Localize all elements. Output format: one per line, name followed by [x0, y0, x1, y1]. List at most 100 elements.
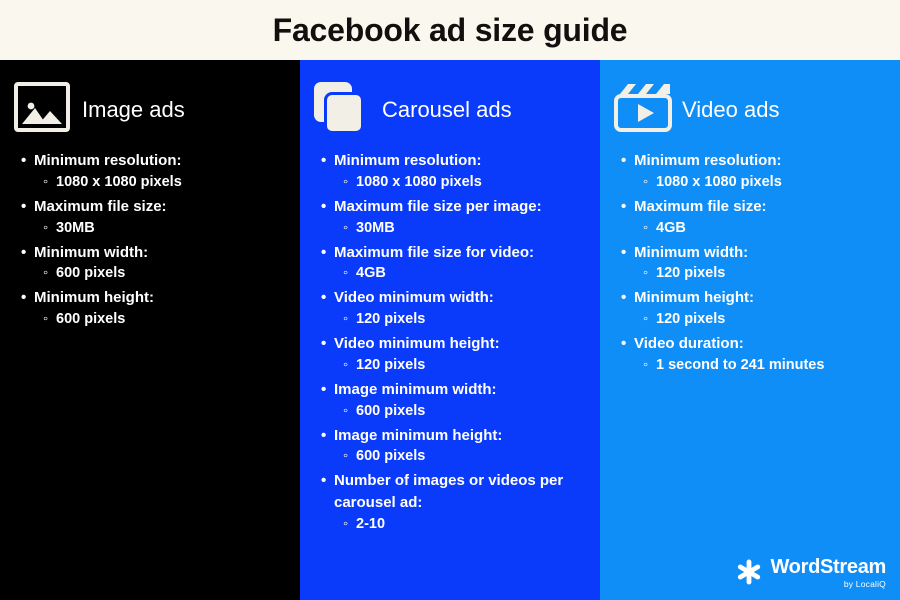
spec-sublist: 120 pixels	[634, 309, 886, 330]
infographic-page: Facebook ad size guide Image ads • Minim…	[0, 0, 900, 600]
spec-value: 30MB	[356, 218, 586, 239]
spec-sublist: 600 pixels	[34, 263, 286, 284]
spec-value: 120 pixels	[656, 309, 886, 330]
list-item: 120 pixels	[356, 309, 586, 330]
list-item: Image minimum width: 600 pixels	[334, 379, 586, 422]
spec-label: Image minimum height:	[334, 425, 586, 447]
list-item: Maximum file size: 4GB	[634, 196, 886, 239]
spec-value: 1080 x 1080 pixels	[56, 172, 286, 193]
list-item: Minimum height: 600 pixels	[34, 287, 286, 330]
spec-value: 2-10	[356, 514, 586, 535]
logo-name: WordStream	[770, 555, 886, 578]
spec-label: Video duration:	[634, 333, 886, 355]
list-item: 1 second to 241 minutes	[656, 355, 886, 376]
spec-sublist: 1 second to 241 minutes	[634, 355, 886, 376]
list-item: 2-10	[356, 514, 586, 535]
list-item: 30MB	[56, 218, 286, 239]
spec-value: 1 second to 241 minutes	[656, 355, 886, 376]
spec-sublist: 600 pixels	[334, 401, 586, 422]
logo-subtitle: by LocaliQ	[843, 578, 886, 589]
spec-value: 600 pixels	[356, 401, 586, 422]
spec-list-video-ads: Minimum resolution: 1080 x 1080 pixels M…	[614, 150, 886, 376]
spec-label: Minimum resolution:	[334, 150, 586, 172]
list-item: Video duration: 1 second to 241 minutes	[634, 333, 886, 376]
list-item: 600 pixels	[56, 263, 286, 284]
spec-value: 4GB	[656, 218, 886, 239]
spec-sublist: 2-10	[334, 514, 586, 535]
spec-value: 1080 x 1080 pixels	[356, 172, 586, 193]
spec-sublist: 4GB	[334, 263, 586, 284]
spec-value: 120 pixels	[356, 309, 586, 330]
list-item: Video minimum width: 120 pixels	[334, 287, 586, 330]
carousel-cards-icon	[314, 82, 370, 138]
spec-sublist: 1080 x 1080 pixels	[634, 172, 886, 193]
page-title: Facebook ad size guide	[272, 11, 628, 48]
spec-label: Minimum height:	[34, 287, 286, 309]
list-item: Maximum file size per image: 30MB	[334, 196, 586, 239]
spec-label: Minimum height:	[634, 287, 886, 309]
header: Facebook ad size guide	[0, 0, 900, 60]
spec-label: Maximum file size:	[634, 196, 886, 218]
spec-value: 120 pixels	[356, 355, 586, 376]
list-item: 4GB	[656, 218, 886, 239]
spec-sublist: 30MB	[334, 218, 586, 239]
spec-sublist: 1080 x 1080 pixels	[34, 172, 286, 193]
column-image-ads: Image ads Minimum resolution: 1080 x 108…	[0, 60, 300, 600]
column-video-ads: Video ads Minimum resolution: 1080 x 108…	[600, 60, 900, 600]
list-item: Image minimum height: 600 pixels	[334, 425, 586, 468]
spec-value: 120 pixels	[656, 263, 886, 284]
spec-label: Minimum width:	[34, 242, 286, 264]
list-item: 1080 x 1080 pixels	[656, 172, 886, 193]
list-item: 30MB	[356, 218, 586, 239]
list-item: Number of images or videos per carousel …	[334, 470, 586, 535]
spec-label: Image minimum width:	[334, 379, 586, 401]
list-item: 600 pixels	[356, 401, 586, 422]
spec-sublist: 600 pixels	[334, 446, 586, 467]
list-item: 120 pixels	[656, 263, 886, 284]
spec-sublist: 120 pixels	[634, 263, 886, 284]
column-header-carousel-ads: Carousel ads	[314, 82, 586, 138]
list-item: Minimum width: 120 pixels	[634, 242, 886, 285]
list-item: Maximum file size for video: 4GB	[334, 242, 586, 285]
column-title-image-ads: Image ads	[82, 97, 185, 122]
list-item: Maximum file size: 30MB	[34, 196, 286, 239]
list-item: Minimum resolution: 1080 x 1080 pixels	[34, 150, 286, 193]
spec-value: 600 pixels	[56, 263, 286, 284]
spec-value: 600 pixels	[56, 309, 286, 330]
spec-label: Video minimum height:	[334, 333, 586, 355]
column-header-video-ads: Video ads	[614, 82, 886, 138]
spec-list-carousel-ads: Minimum resolution: 1080 x 1080 pixels M…	[314, 150, 586, 535]
spec-sublist: 600 pixels	[34, 309, 286, 330]
spec-label: Number of images or videos per carousel …	[334, 470, 586, 514]
list-item: 120 pixels	[656, 309, 886, 330]
spec-label: Minimum resolution:	[34, 150, 286, 172]
spec-sublist: 1080 x 1080 pixels	[334, 172, 586, 193]
list-item: Minimum height: 120 pixels	[634, 287, 886, 330]
spec-label: Video minimum width:	[334, 287, 586, 309]
wordstream-logo: WordStream by LocaliQ	[736, 557, 886, 589]
list-item: Minimum width: 600 pixels	[34, 242, 286, 285]
image-icon	[14, 82, 70, 138]
spec-sublist: 120 pixels	[334, 309, 586, 330]
spec-label: Minimum resolution:	[634, 150, 886, 172]
list-item: 1080 x 1080 pixels	[56, 172, 286, 193]
asterisk-logo-icon	[738, 559, 761, 585]
columns-container: Image ads Minimum resolution: 1080 x 108…	[0, 60, 900, 600]
column-title-video-ads: Video ads	[682, 97, 780, 122]
list-item: 1080 x 1080 pixels	[356, 172, 586, 193]
spec-value: 600 pixels	[356, 446, 586, 467]
list-item: 4GB	[356, 263, 586, 284]
spec-value: 1080 x 1080 pixels	[656, 172, 886, 193]
list-item: Minimum resolution: 1080 x 1080 pixels	[634, 150, 886, 193]
spec-label: Maximum file size for video:	[334, 242, 586, 264]
column-title-carousel-ads: Carousel ads	[382, 97, 512, 122]
list-item: 120 pixels	[356, 355, 586, 376]
list-item: 600 pixels	[356, 446, 586, 467]
column-carousel-ads: Carousel ads Minimum resolution: 1080 x …	[300, 60, 600, 600]
spec-sublist: 30MB	[34, 218, 286, 239]
list-item: Video minimum height: 120 pixels	[334, 333, 586, 376]
column-header-image-ads: Image ads	[14, 82, 286, 138]
spec-label: Maximum file size:	[34, 196, 286, 218]
spec-list-image-ads: Minimum resolution: 1080 x 1080 pixels M…	[14, 150, 286, 330]
spec-label: Maximum file size per image:	[334, 196, 586, 218]
